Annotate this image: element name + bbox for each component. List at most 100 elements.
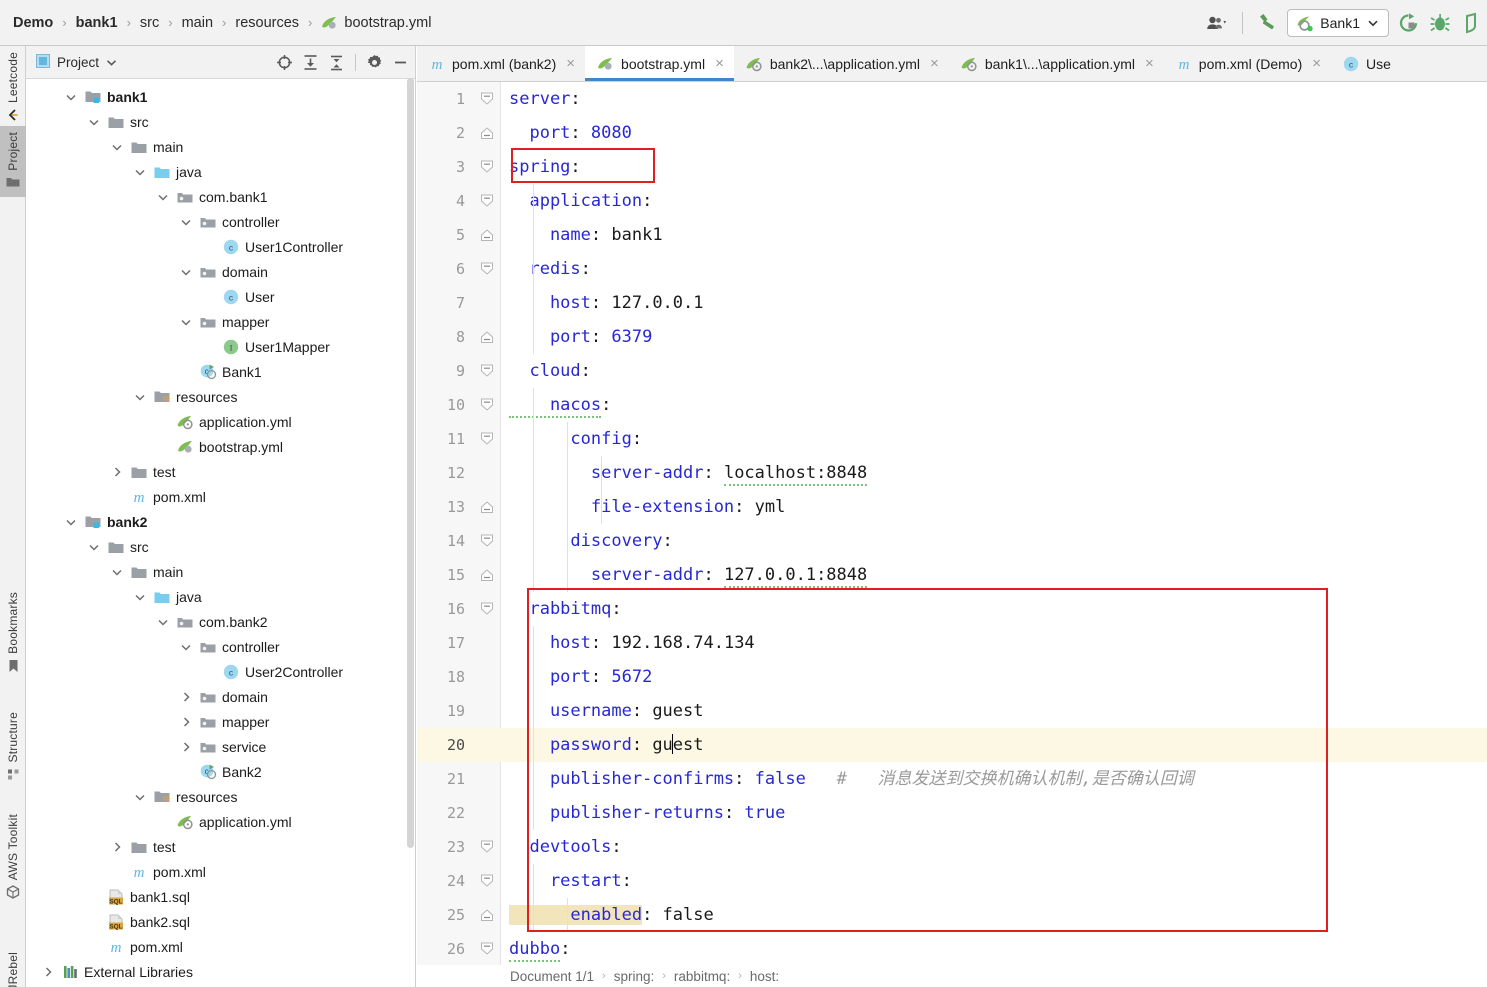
code-line-13[interactable]: 13 file-extension: yml (417, 490, 1487, 524)
chevron-right-icon[interactable] (178, 689, 194, 705)
close-icon[interactable]: × (566, 56, 575, 71)
tree-node-mapper[interactable]: mapper (26, 309, 415, 334)
tree-node-java[interactable]: java (26, 159, 415, 184)
tree-node-src[interactable]: src (26, 109, 415, 134)
code-line-8[interactable]: 8 port: 6379 (417, 320, 1487, 354)
chevron-down-icon[interactable] (178, 314, 194, 330)
fold-collapse-icon[interactable] (477, 830, 497, 864)
fold-collapse-icon[interactable] (477, 524, 497, 558)
fold-collapse-icon[interactable] (477, 252, 497, 286)
chevron-down-icon[interactable] (178, 264, 194, 280)
status-breadcrumb-item[interactable]: Document 1/1 (510, 969, 594, 984)
fold-collapse-icon[interactable] (477, 150, 497, 184)
tree-node-external-libraries[interactable]: External Libraries (26, 959, 415, 984)
code-line-11[interactable]: 11 config: (417, 422, 1487, 456)
tree-node-resources[interactable]: resources (26, 784, 415, 809)
fold-collapse-icon[interactable] (477, 422, 497, 456)
fold-collapse-icon[interactable] (477, 592, 497, 626)
editor-tab-pom-xml-demo-[interactable]: m pom.xml (Demo) × (1163, 46, 1332, 81)
hide-panel-icon[interactable] (392, 54, 409, 71)
close-icon[interactable]: × (715, 56, 724, 71)
run-configuration-selector[interactable]: Bank1 (1287, 8, 1389, 37)
debug-icon[interactable] (1427, 10, 1453, 36)
code-line-1[interactable]: 1 server: (417, 82, 1487, 116)
tree-node-bank1[interactable]: c Bank1 (26, 359, 415, 384)
chevron-down-icon[interactable] (86, 114, 102, 130)
settings-gear-icon[interactable] (366, 54, 383, 71)
code-line-22[interactable]: 22 publisher-returns: true (417, 796, 1487, 830)
tree-node-bank1-sql[interactable]: SQL bank1.sql (26, 884, 415, 909)
chevron-right-icon[interactable] (178, 739, 194, 755)
fold-collapse-icon[interactable] (477, 864, 497, 898)
fold-end-icon[interactable] (477, 218, 497, 252)
tool-tab-structure[interactable]: Structure (0, 706, 26, 790)
status-breadcrumb-item[interactable]: host: (750, 969, 779, 984)
chevron-down-icon[interactable] (86, 539, 102, 555)
tree-node-main[interactable]: main (26, 134, 415, 159)
tree-node-user1mapper[interactable]: I User1Mapper (26, 334, 415, 359)
breadcrumb-item-bootstrap-yml[interactable]: bootstrap.yml (321, 15, 431, 31)
code-line-14[interactable]: 14 discovery: (417, 524, 1487, 558)
code-line-23[interactable]: 23 devtools: (417, 830, 1487, 864)
fold-end-icon[interactable] (477, 898, 497, 932)
code-line-16[interactable]: 16 rabbitmq: (417, 592, 1487, 626)
expand-all-icon[interactable] (302, 54, 319, 71)
tree-node-src[interactable]: src (26, 534, 415, 559)
code-line-2[interactable]: 2 port: 8080 (417, 116, 1487, 150)
fold-end-icon[interactable] (477, 490, 497, 524)
tool-tab-bookmarks[interactable]: Bookmarks (0, 586, 26, 682)
tool-tab-jrebel[interactable]: JRebel (0, 946, 26, 987)
tree-node-main[interactable]: main (26, 559, 415, 584)
tool-tab-leetcode[interactable]: Leetcode (0, 46, 26, 131)
run-icon[interactable] (1395, 10, 1421, 36)
code-line-18[interactable]: 18 port: 5672 (417, 660, 1487, 694)
code-line-3[interactable]: 3 spring: (417, 150, 1487, 184)
tree-node-test[interactable]: test (26, 459, 415, 484)
fold-collapse-icon[interactable] (477, 82, 497, 116)
breadcrumb-item-resources[interactable]: resources (235, 15, 299, 31)
status-breadcrumb-item[interactable]: spring: (614, 969, 655, 984)
tool-tab-project[interactable]: Project (0, 126, 26, 197)
chevron-down-icon[interactable] (155, 614, 171, 630)
tree-node-user[interactable]: c User (26, 284, 415, 309)
code-line-4[interactable]: 4 application: (417, 184, 1487, 218)
breadcrumb-item-bank1[interactable]: bank1 (76, 15, 118, 31)
code-line-25[interactable]: 25 enabled: false (417, 898, 1487, 932)
code-line-12[interactable]: 12 server-addr: localhost:8848 (417, 456, 1487, 490)
chevron-down-icon[interactable] (63, 89, 79, 105)
close-icon[interactable]: × (930, 56, 939, 71)
chevron-down-icon[interactable] (63, 514, 79, 530)
close-icon[interactable]: × (1145, 56, 1154, 71)
code-line-24[interactable]: 24 restart: (417, 864, 1487, 898)
fold-collapse-icon[interactable] (477, 932, 497, 966)
editor-tab-pom-xml-bank2-[interactable]: m pom.xml (bank2) × (417, 46, 586, 81)
breadcrumb-item-src[interactable]: src (140, 15, 159, 31)
chevron-down-icon[interactable] (132, 389, 148, 405)
code-editor[interactable]: 1 server: 2 port: 8080 3 spring: 4 applicatio… (417, 82, 1487, 987)
editor-tab-use[interactable]: c Use (1331, 46, 1401, 81)
coverage-icon[interactable] (1459, 10, 1485, 36)
code-line-20[interactable]: 20 password: guest (417, 728, 1487, 762)
tree-node-user1controller[interactable]: c User1Controller (26, 234, 415, 259)
editor-tab-bank1-application-yml[interactable]: bank1\...\application.yml × (948, 46, 1164, 81)
tree-node-domain[interactable]: domain (26, 259, 415, 284)
close-icon[interactable]: × (1312, 56, 1321, 71)
tree-node-pom-xml[interactable]: m pom.xml (26, 934, 415, 959)
tree-node-resources[interactable]: resources (26, 384, 415, 409)
tree-node-controller[interactable]: controller (26, 634, 415, 659)
tree-node-com-bank1[interactable]: com.bank1 (26, 184, 415, 209)
code-line-15[interactable]: 15 server-addr: 127.0.0.1:8848 (417, 558, 1487, 592)
tree-node-service[interactable]: service (26, 734, 415, 759)
tree-node-pom-xml[interactable]: m pom.xml (26, 484, 415, 509)
code-line-17[interactable]: 17 host: 192.168.74.134 (417, 626, 1487, 660)
tree-node-application-yml[interactable]: application.yml (26, 809, 415, 834)
code-line-19[interactable]: 19 username: guest (417, 694, 1487, 728)
hammer-icon[interactable] (1255, 10, 1281, 36)
chevron-down-icon[interactable] (106, 55, 117, 70)
tree-node-mapper[interactable]: mapper (26, 709, 415, 734)
fold-collapse-icon[interactable] (477, 354, 497, 388)
chevron-right-icon[interactable] (178, 714, 194, 730)
chevron-down-icon[interactable] (132, 589, 148, 605)
chevron-right-icon[interactable] (109, 464, 125, 480)
status-breadcrumb-item[interactable]: rabbitmq: (674, 969, 730, 984)
